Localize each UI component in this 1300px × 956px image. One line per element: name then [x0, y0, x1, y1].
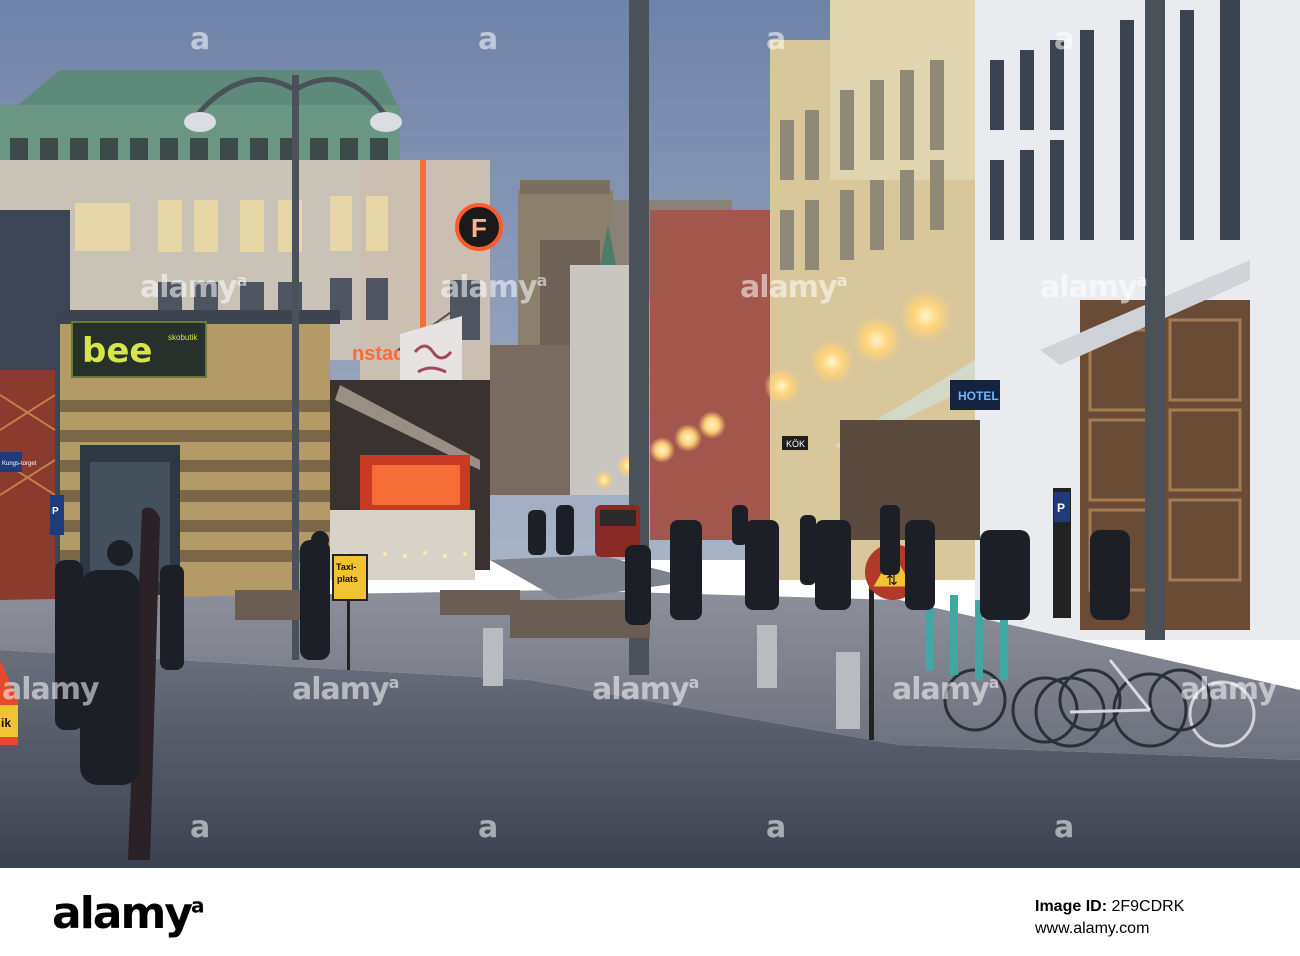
hotel-sign: HOTEL [950, 380, 1000, 410]
hotel-sign-text: HOTEL [958, 389, 999, 403]
site-url[interactable]: www.alamy.com [1035, 920, 1149, 938]
taxi-sign-line1: Taxi- [336, 562, 356, 572]
bee-sign: bee skobutik [71, 321, 207, 378]
parking-sign-left: P [50, 495, 64, 535]
image-id-value: 2F9CDRK [1111, 898, 1185, 915]
kok-sign-text: KÖK [786, 439, 805, 449]
parking-sign-left-text: P [52, 506, 59, 517]
restaurant-front [330, 380, 490, 580]
image-id: Image ID: 2F9CDRK [1035, 898, 1184, 916]
kok-sign: KÖK [782, 436, 808, 450]
edge-sign-left-text: ik [1, 716, 11, 730]
bee-sign-text: bee [82, 331, 152, 371]
stock-footer: alamya Image ID: 2F9CDRK www.alamy.com [0, 868, 1300, 956]
alamy-logo[interactable]: alamya [52, 888, 204, 939]
nstad-sign: nstad [352, 343, 405, 365]
f-logo-letter: F [471, 213, 487, 243]
parking-sign-right-text: P [1057, 501, 1065, 515]
svg-text:⇅: ⇅ [886, 573, 898, 589]
f-logo-sign: F [455, 203, 503, 251]
street-name-sign: Kungs-torget [2, 461, 37, 467]
taxi-sign-line2: plats [337, 574, 358, 584]
parking-sign-right: P [1053, 488, 1071, 618]
street-photo: F nstad Kungs-torget bee skobutik HOTEL … [0, 0, 1300, 868]
bee-sign-subtext: skobutik [168, 333, 198, 342]
image-id-label: Image ID: [1035, 898, 1108, 915]
